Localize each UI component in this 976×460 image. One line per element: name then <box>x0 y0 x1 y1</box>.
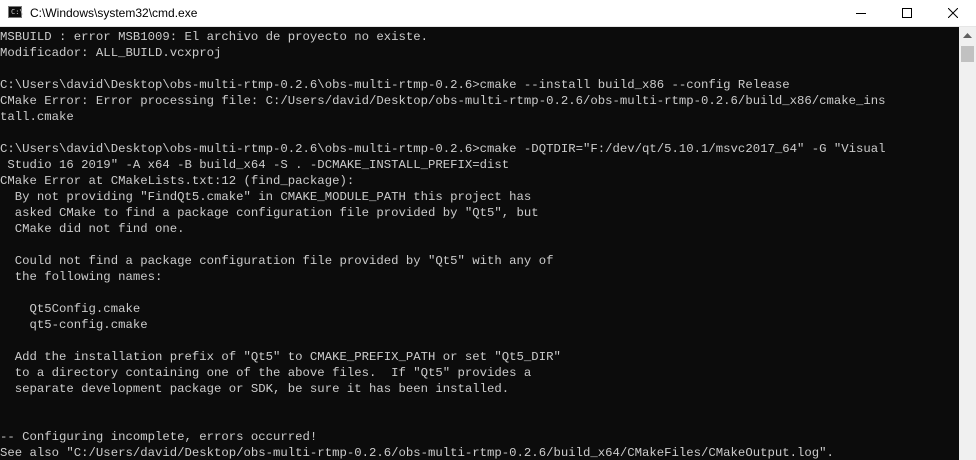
console-line: separate development package or SDK, be … <box>0 382 510 396</box>
console-window: C:\ C:\Windows\system32\cmd.exe MSBUILD … <box>0 0 976 460</box>
console-line: C:\Users\david\Desktop\obs-multi-rtmp-0.… <box>0 78 790 92</box>
console-line: CMake Error: Error processing file: C:/U… <box>0 94 886 108</box>
scroll-up-arrow-icon <box>963 32 972 38</box>
console-lines: MSBUILD : error MSB1009: El archivo de p… <box>0 27 959 460</box>
console-line: the following names: <box>0 270 163 284</box>
minimize-icon <box>856 13 866 14</box>
console-line: tall.cmake <box>0 110 74 124</box>
close-icon <box>948 8 958 18</box>
app-icon-label: C:\ <box>11 8 24 16</box>
scroll-thumb[interactable] <box>961 46 974 62</box>
close-button[interactable] <box>930 0 976 26</box>
scroll-up-button[interactable] <box>959 27 976 44</box>
console-line: to a directory containing one of the abo… <box>0 366 532 380</box>
console-line: CMake did not find one. <box>0 222 185 236</box>
console-line: asked CMake to find a package configurat… <box>0 206 539 220</box>
maximize-button[interactable] <box>884 0 930 26</box>
console-line: qt5-config.cmake <box>0 318 148 332</box>
console-line: Add the installation prefix of "Qt5" to … <box>0 350 561 364</box>
console-line: Could not find a package configuration f… <box>0 254 554 268</box>
console-line: MSBUILD : error MSB1009: El archivo de p… <box>0 30 429 44</box>
console-line: See also "C:/Users/david/Desktop/obs-mul… <box>0 446 834 460</box>
minimize-button[interactable] <box>838 0 884 26</box>
console-line: Qt5Config.cmake <box>0 302 141 316</box>
console-line: Modificador: ALL_BUILD.vcxproj <box>0 46 222 60</box>
maximize-icon <box>902 8 912 18</box>
title-bar[interactable]: C:\ C:\Windows\system32\cmd.exe <box>0 0 976 27</box>
console-line: Studio 16 2019" -A x64 -B build_x64 -S .… <box>0 158 510 172</box>
console-line: -- Configuring incomplete, errors occurr… <box>0 430 318 444</box>
console-line: CMake Error at CMakeLists.txt:12 (find_p… <box>0 174 355 188</box>
console-line: By not providing "FindQt5.cmake" in CMAK… <box>0 190 532 204</box>
console-output[interactable]: MSBUILD : error MSB1009: El archivo de p… <box>0 27 959 460</box>
window-title: C:\Windows\system32\cmd.exe <box>30 6 198 20</box>
console-line: C:\Users\david\Desktop\obs-multi-rtmp-0.… <box>0 142 886 156</box>
vertical-scrollbar[interactable] <box>959 27 976 460</box>
command-prompt-icon[interactable]: C:\ <box>8 6 24 18</box>
